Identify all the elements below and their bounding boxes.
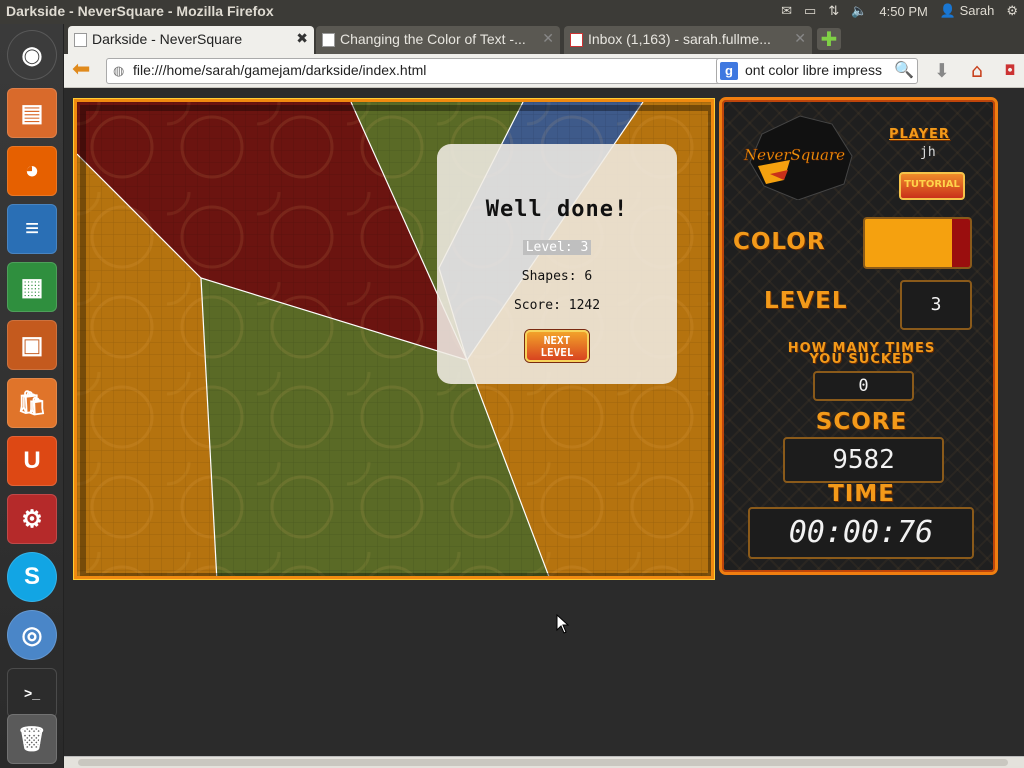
top-panel: Darkside - NeverSquare - Mozilla Firefox…: [0, 0, 1024, 24]
network-icon[interactable]: ⇅: [828, 3, 839, 19]
tab-changing-color[interactable]: Changing the Color of Text -... ✕: [316, 26, 560, 54]
home-icon[interactable]: ⌂: [965, 59, 989, 83]
level-value: 3: [900, 280, 972, 330]
dialog-score: Score: 1242: [513, 298, 601, 313]
score-label: SCORE: [815, 409, 908, 435]
color-swatch-secondary: [952, 219, 970, 267]
files-icon[interactable]: ▤: [7, 88, 57, 138]
google-icon[interactable]: g: [720, 62, 738, 80]
sucked-label-line2: YOU SUCKED: [809, 352, 914, 367]
page-icon: [74, 33, 87, 47]
tab-inbox[interactable]: Inbox (1,163) - sarah.fullme... ✕: [564, 26, 812, 54]
dialog-level: Level: 3: [522, 240, 592, 255]
score-value: 9582: [783, 437, 944, 483]
url-text: file:///home/sarah/gamejam/darkside/inde…: [133, 62, 427, 78]
globe-icon: ◍: [113, 63, 125, 78]
time-label: TIME: [828, 481, 895, 507]
terminal-icon[interactable]: >_: [7, 668, 57, 718]
logo-text: NeverSquare: [743, 146, 845, 164]
gmail-icon: [570, 33, 583, 47]
next-level-label-2: LEVEL: [540, 346, 574, 359]
color-swatch: [863, 217, 972, 269]
skype-icon[interactable]: S: [7, 552, 57, 602]
user-menu[interactable]: 👤 Sarah: [940, 3, 995, 19]
side-panel: NeverSquare PLAYER jh TUTORIAL COLOR LEV…: [719, 97, 998, 575]
page-icon: [322, 33, 335, 47]
software-center-icon[interactable]: 🛍: [7, 378, 57, 428]
window-title: Darkside - NeverSquare - Mozilla Firefox: [6, 3, 274, 19]
mouse-pointer-icon: [556, 614, 570, 634]
mail-icon[interactable]: ✉: [781, 3, 792, 19]
game-board[interactable]: Well done! Level: 3 Shapes: 6 Score: 124…: [74, 99, 714, 579]
writer-icon[interactable]: ≡: [7, 204, 57, 254]
sucked-value: 0: [813, 371, 914, 401]
volume-icon[interactable]: 🔈: [851, 3, 867, 19]
dash-home-icon[interactable]: ◉: [7, 30, 57, 80]
back-arrow-icon[interactable]: ⬅: [72, 59, 96, 83]
level-complete-dialog: Well done! Level: 3 Shapes: 6 Score: 124…: [437, 144, 677, 384]
player-label: PLAYER: [889, 127, 950, 142]
neversquare-logo: NeverSquare: [740, 114, 870, 201]
tab-bar: Darkside - NeverSquare ✖ Changing the Co…: [64, 24, 1024, 54]
close-icon[interactable]: ✕: [542, 30, 554, 47]
search-input[interactable]: g ont color libre impress 🔍: [716, 58, 918, 84]
search-text: ont color libre impress: [745, 62, 882, 78]
user-name: Sarah: [959, 3, 995, 18]
color-label: COLOR: [733, 229, 826, 255]
search-icon[interactable]: 🔍: [894, 60, 914, 80]
scrollbar-thumb[interactable]: [78, 759, 1008, 766]
page-content: Well done! Level: 3 Shapes: 6 Score: 124…: [64, 88, 1024, 756]
tutorial-button[interactable]: TUTORIAL: [899, 172, 965, 200]
download-icon[interactable]: ⬇: [930, 59, 954, 83]
trash-icon[interactable]: 🗑: [7, 714, 57, 764]
firefox-icon[interactable]: ◕: [7, 146, 57, 196]
url-bar[interactable]: ◍ file:///home/sarah/gamejam/darkside/in…: [106, 58, 770, 84]
tab-label: Changing the Color of Text -...: [340, 31, 526, 47]
close-icon[interactable]: ✕: [794, 30, 806, 47]
chromium-icon[interactable]: ◎: [7, 610, 57, 660]
calc-icon[interactable]: ▦: [7, 262, 57, 312]
next-level-button[interactable]: NEXT LEVEL: [525, 330, 589, 362]
navigation-bar: ⬅ ◍ file:///home/sarah/gamejam/darkside/…: [64, 54, 1024, 88]
ubuntu-one-icon[interactable]: U: [7, 436, 57, 486]
dialog-title: Well done!: [485, 197, 629, 222]
player-name: jh: [920, 145, 936, 160]
user-icon: 👤: [939, 3, 957, 18]
horizontal-scrollbar[interactable]: [64, 756, 1024, 768]
clock[interactable]: 4:50 PM: [879, 4, 927, 19]
impress-icon[interactable]: ▣: [7, 320, 57, 370]
logo-shape: NeverSquare: [743, 115, 853, 201]
sucked-label: HOW MANY TIMES YOU SUCKED: [722, 342, 995, 367]
system-settings-icon[interactable]: ⚙: [7, 494, 57, 544]
unity-launcher: ◉ ▤ ◕ ≡ ▦ ▣ 🛍 U ⚙ S ◎ >_ 🗑: [0, 24, 64, 768]
gear-icon[interactable]: ⚙: [1006, 3, 1018, 19]
battery-icon[interactable]: ▭: [804, 3, 816, 19]
dialog-shapes: Shapes: 6: [521, 269, 593, 284]
time-value: 00:00:76: [748, 507, 974, 559]
tab-label: Inbox (1,163) - sarah.fullme...: [588, 31, 771, 47]
tab-label: Darkside - NeverSquare: [92, 31, 243, 47]
tab-darkside[interactable]: Darkside - NeverSquare ✖: [68, 26, 314, 54]
level-label: LEVEL: [764, 288, 848, 314]
new-tab-button[interactable]: ✚: [817, 28, 841, 50]
addon-icon[interactable]: ◘: [998, 59, 1022, 83]
close-icon[interactable]: ✖: [296, 30, 308, 47]
indicator-area: ✉ ▭ ⇅ 🔈 4:50 PM 👤 Sarah ⚙: [781, 3, 1018, 19]
